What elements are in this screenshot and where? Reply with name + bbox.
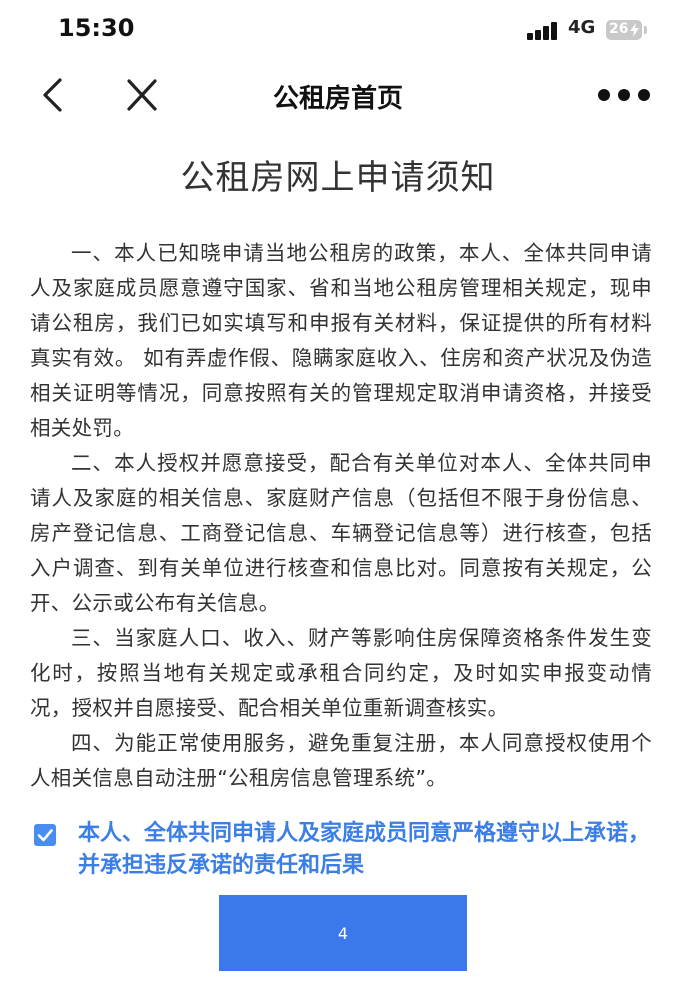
status-time: 15:30 [58,14,135,42]
notice-paragraph-1: 一、本人已知晓申请当地公租房的政策，本人、全体共同申请人及家庭成员愿意遵守国家、… [30,241,652,440]
notice-paragraph-2: 二、本人授权并愿意接受，配合有关单位对本人、全体共同申请人及家庭的相关信息、家庭… [30,451,652,615]
notice-paragraph-3: 三、当家庭人口、收入、财产等影响住房保障资格条件发生变化时，按照当地有关规定或承… [30,626,652,720]
network-type: 4G [568,17,596,38]
battery-icon: 26 [606,20,642,40]
battery-cap [644,26,647,34]
notice-content: 一、本人已知晓申请当地公租房的政策，本人、全体共同申请人及家庭成员愿意遵守国家、… [30,236,652,796]
agreement-checkbox[interactable] [34,824,56,846]
agreement-text: 本人、全体共同申请人及家庭成员同意严格遵守以上承诺，并承担违反承诺的责任和后果 [78,821,651,878]
submit-button[interactable]: 4 [219,895,467,971]
charging-icon [630,23,639,37]
notice-paragraph-4: 四、为能正常使用服务，避免重复注册，本人同意授权使用个人相关信息自动注册“公租房… [30,731,652,790]
page-title: 公租房首页 [272,84,403,114]
document-title: 公租房网上申请须知 [180,158,496,198]
nav-bar: 公租房首页 [0,62,676,128]
signal-icon [527,22,561,40]
battery-level: 26 [609,21,629,37]
status-bar: 15:30 4G 26 [0,0,676,62]
more-icon[interactable] [598,89,650,103]
check-icon [37,829,53,842]
